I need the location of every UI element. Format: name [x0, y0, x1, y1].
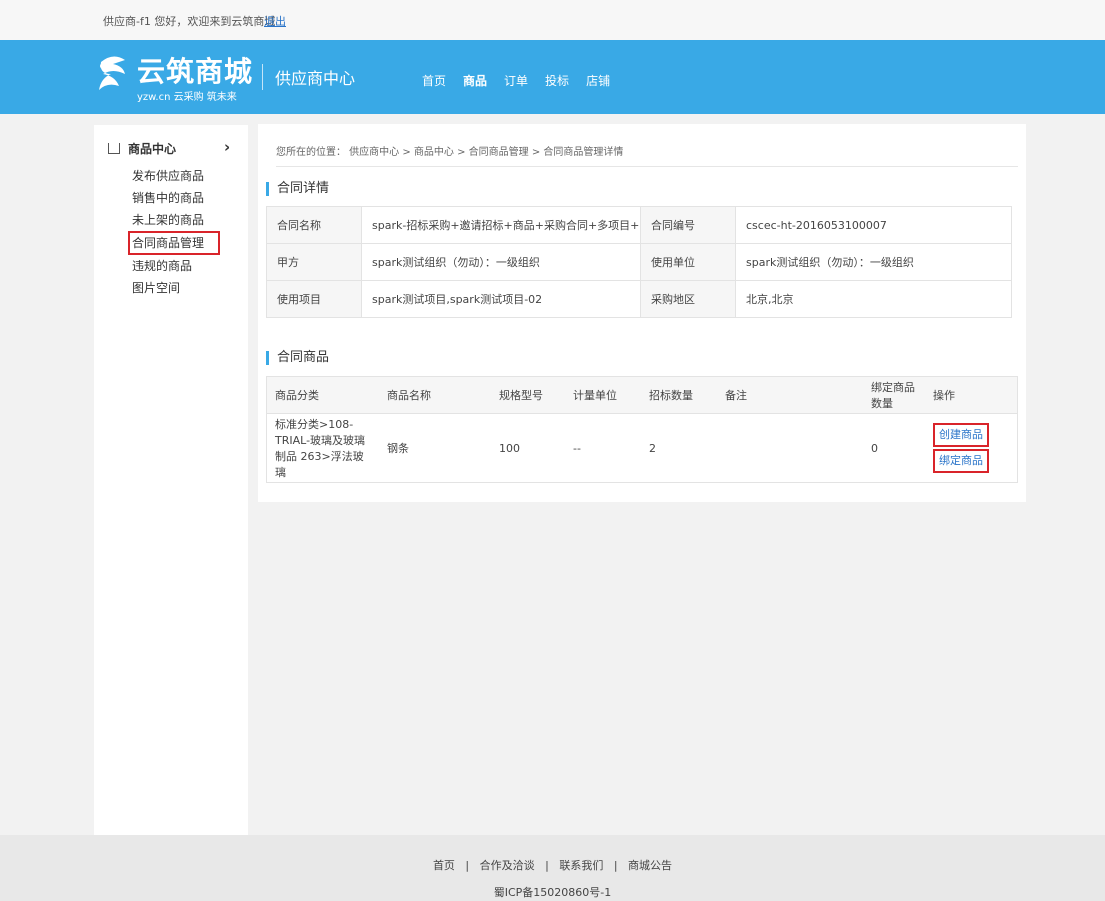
- footer-link-contact[interactable]: 联系我们: [559, 859, 603, 872]
- label-using-unit: 使用单位: [640, 243, 736, 281]
- footer-link-announcements[interactable]: 商城公告: [628, 859, 672, 872]
- footer: 首页 | 合作及洽谈 | 联系我们 | 商城公告 蜀ICP备15020860号-…: [0, 835, 1105, 901]
- contract-goods-title: 合同商品: [266, 351, 329, 365]
- cell-actions: 创建商品 绑定商品: [925, 413, 1018, 483]
- contract-details-title: 合同详情: [266, 182, 329, 196]
- nav-bidding[interactable]: 投标: [545, 72, 569, 89]
- col-note: 备注: [717, 376, 863, 414]
- main-panel: 您所在的位置： 供应商中心 > 商品中心 > 合同商品管理 > 合同商品管理详情…: [258, 124, 1026, 502]
- sidebar-heading[interactable]: 商品中心 ›: [108, 138, 230, 157]
- cell-note: [717, 413, 863, 483]
- sidebar-item-on-sale[interactable]: 销售中的商品: [132, 187, 220, 209]
- main-nav: 首页 商品 订单 投标 店铺: [422, 72, 627, 89]
- nav-orders[interactable]: 订单: [504, 72, 528, 89]
- cell-spec: 100: [491, 413, 565, 483]
- table-header-row: 商品分类 商品名称 规格型号 计量单位 招标数量 备注 绑定商品数量 操作: [266, 376, 1018, 414]
- col-bound-count: 绑定商品数量: [863, 376, 925, 414]
- header-divider: [262, 64, 263, 90]
- label-party-a: 甲方: [266, 243, 362, 281]
- cell-qty: 2: [641, 413, 717, 483]
- cell-name: 钢条: [379, 413, 491, 483]
- cell-category: 标准分类>108-TRIAL-玻璃及玻璃制品 263>浮法玻璃: [266, 413, 379, 483]
- footer-link-cooperation[interactable]: 合作及洽谈: [480, 859, 535, 872]
- sidebar-item-publish[interactable]: 发布供应商品: [132, 165, 220, 187]
- greeting-text: 供应商-f1 您好，欢迎来到云筑商城: [103, 15, 276, 28]
- label-contract-name: 合同名称: [266, 206, 362, 244]
- sidebar-item-violations[interactable]: 违规的商品: [132, 255, 220, 277]
- nav-store[interactable]: 店铺: [586, 72, 610, 89]
- table-row: 甲方 spark测试组织（勿动）：一级组织 使用单位 spark测试组织（勿动）…: [266, 243, 1012, 281]
- col-spec: 规格型号: [491, 376, 565, 414]
- col-actions: 操作: [925, 376, 1018, 414]
- nav-home[interactable]: 首页: [422, 72, 446, 89]
- footer-separator: |: [606, 859, 625, 872]
- value-contract-no: cscec-ht-2016053100007: [735, 206, 1012, 244]
- label-project: 使用项目: [266, 280, 362, 318]
- table-row: 合同名称 spark-招标采购+邀请招标+商品+采购合同+多项目+不按区划 合同…: [266, 206, 1012, 244]
- label-region: 采购地区: [640, 280, 736, 318]
- chevron-right-icon: ›: [224, 138, 231, 156]
- create-goods-button[interactable]: 创建商品: [933, 423, 989, 447]
- sidebar-item-contract-goods[interactable]: 合同商品管理: [128, 231, 220, 255]
- shopping-bag-icon: [108, 143, 120, 154]
- logo-name: 云筑商城: [137, 55, 254, 88]
- supplier-center-title: 供应商中心: [275, 69, 356, 88]
- sidebar-heading-label: 商品中心: [128, 142, 177, 156]
- sidebar-items: 发布供应商品 销售中的商品 未上架的商品 合同商品管理 违规的商品 图片空间: [128, 165, 220, 299]
- value-region: 北京,北京: [735, 280, 1012, 318]
- col-name: 商品名称: [379, 376, 491, 414]
- cell-bound-count[interactable]: 0: [863, 413, 925, 483]
- value-contract-name: spark-招标采购+邀请招标+商品+采购合同+多项目+不按区划: [361, 206, 641, 244]
- footer-separator: |: [458, 859, 477, 872]
- value-party-a: spark测试组织（勿动）：一级组织: [361, 243, 641, 281]
- sidebar-item-image-space[interactable]: 图片空间: [132, 277, 220, 299]
- table-row: 标准分类>108-TRIAL-玻璃及玻璃制品 263>浮法玻璃 钢条 100 -…: [266, 413, 1018, 483]
- footer-link-home[interactable]: 首页: [433, 859, 455, 872]
- logo-swirl-icon: [99, 56, 125, 90]
- breadcrumb: 您所在的位置： 供应商中心 > 商品中心 > 合同商品管理 > 合同商品管理详情: [276, 147, 624, 158]
- contract-goods-table: 商品分类 商品名称 规格型号 计量单位 招标数量 备注 绑定商品数量 操作 标准…: [266, 376, 1018, 483]
- header-bar: 云筑商城 yzw.cn 云采购 筑未来 供应商中心 首页 商品 订单 投标 店铺: [0, 40, 1105, 114]
- label-contract-no: 合同编号: [640, 206, 736, 244]
- value-using-unit: spark测试组织（勿动）：一级组织: [735, 243, 1012, 281]
- col-qty: 招标数量: [641, 376, 717, 414]
- footer-links: 首页 | 合作及洽谈 | 联系我们 | 商城公告: [0, 857, 1105, 873]
- sidebar-item-unlisted[interactable]: 未上架的商品: [132, 209, 220, 231]
- footer-separator: |: [538, 859, 556, 872]
- sidebar: 商品中心 › 发布供应商品 销售中的商品 未上架的商品 合同商品管理 违规的商品…: [94, 125, 248, 835]
- contract-details-table: 合同名称 spark-招标采购+邀请招标+商品+采购合同+多项目+不按区划 合同…: [266, 206, 1012, 318]
- bind-goods-button[interactable]: 绑定商品: [933, 449, 989, 473]
- site-logo[interactable]: 云筑商城 yzw.cn 云采购 筑未来: [93, 52, 253, 104]
- col-unit: 计量单位: [565, 376, 641, 414]
- logout-link[interactable]: 退出: [264, 13, 286, 29]
- value-project: spark测试项目,spark测试项目-02: [361, 280, 641, 318]
- breadcrumb-divider: [276, 166, 1018, 167]
- icp-license: 蜀ICP备15020860号-1: [493, 886, 612, 899]
- nav-goods[interactable]: 商品: [463, 72, 487, 89]
- table-row: 使用项目 spark测试项目,spark测试项目-02 采购地区 北京,北京: [266, 280, 1012, 318]
- logo-subtitle: yzw.cn 云采购 筑未来: [137, 92, 237, 103]
- top-bar: 供应商-f1 您好，欢迎来到云筑商城 退出: [0, 0, 1105, 40]
- cell-unit: --: [565, 413, 641, 483]
- col-category: 商品分类: [266, 376, 379, 414]
